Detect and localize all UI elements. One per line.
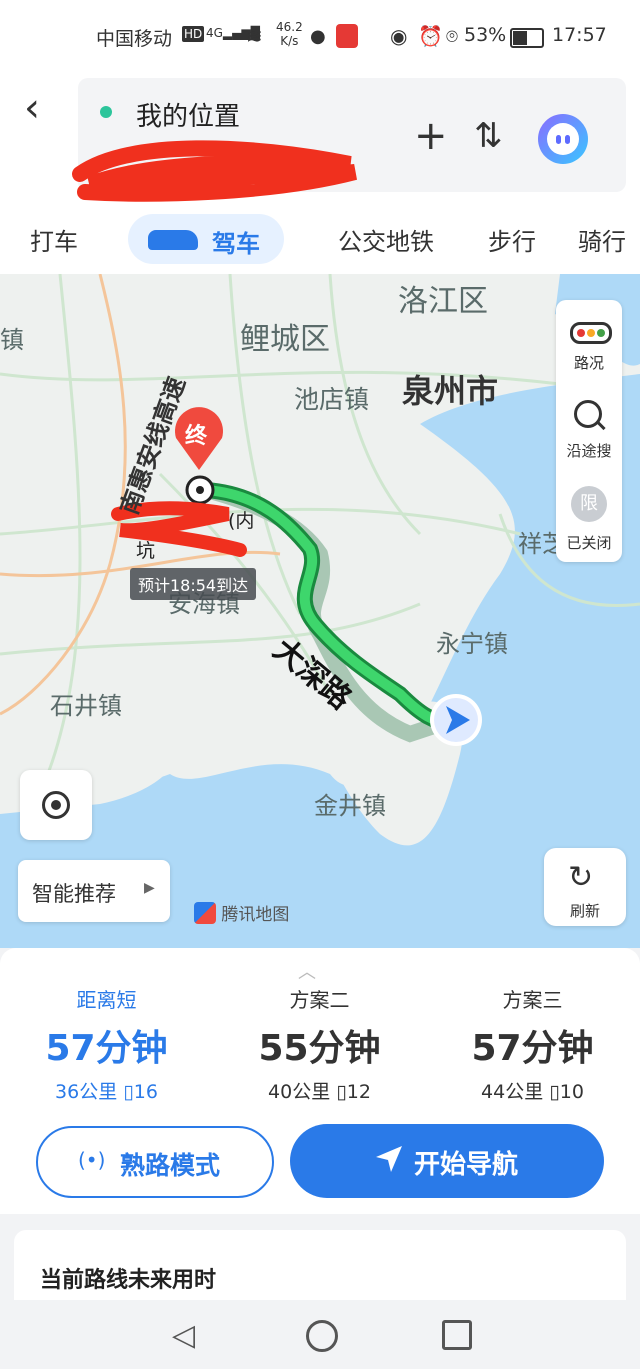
locate-icon-dot [51,800,61,810]
tab-walk[interactable]: 步行 [488,222,536,257]
tencent-map-logo-icon [194,901,216,924]
traffic-toggle[interactable]: 路况 [556,300,622,386]
tab-transit[interactable]: 公交地铁 [338,222,434,257]
along-search-label: 沿途搜 [566,442,612,460]
brand-watermark: 腾讯地图 [194,900,289,925]
plan-time: 57分钟 [45,1028,168,1069]
map-label-shijing: 石井镇 [50,692,122,720]
traffic-light-icon: ▯ [336,1081,347,1103]
tab-bike[interactable]: 骑行 [578,222,626,257]
wifi-icon: ≋ [246,24,263,48]
search-icon-handle [596,420,606,431]
plan-meta: 44公里 ▯10 [481,1081,584,1103]
refresh-label: 刷新 [569,902,600,920]
map-label-yongning: 永宁镇 [436,630,508,658]
start-navigation-label: 开始导航 [414,1150,519,1180]
smart-recommend-button[interactable]: 智能推荐 ▶ [18,860,170,922]
triangle-right-icon: ▶ [144,880,155,896]
tab-drive-label: 驾车 [212,230,260,258]
plan-meta: 36公里 ▯16 [55,1081,158,1103]
mic-icon [336,24,358,48]
home-nav-icon[interactable] [306,1320,338,1352]
recents-nav-icon[interactable] [442,1320,472,1350]
clock: 17:57 [552,24,607,46]
battery-percent: 53% [464,24,507,46]
location-icon: ⌾ [446,24,458,48]
map-label-zhen: 镇 [0,326,24,354]
origin-dot-icon [100,106,112,118]
broadcast-icon: (•) [78,1148,106,1172]
restriction-toggle[interactable]: 限 已关闭 [556,476,622,562]
navigation-arrow-icon [376,1146,402,1172]
alarm-icon: ⏰ [418,24,443,48]
restriction-label: 已关闭 [566,534,612,552]
traffic-icon [570,322,612,344]
plan-option-3[interactable]: 方案三 57分钟 44公里 ▯10 [426,984,639,1104]
traffic-light-icon: ▯ [549,1081,560,1103]
refresh-button[interactable]: ↻ 刷新 [544,848,626,926]
destination-name: (内 [228,510,255,532]
status-bar: 中国移动 HD 4G▂▄▆█ ≋ 46.2 K/s ● ◉ ⏰ ⌾ 53% 17… [0,0,640,76]
eta-label: 预计18:54到达 [130,568,257,600]
tab-drive[interactable]: 驾车 [128,214,284,264]
refresh-icon: ↻ [568,860,594,895]
map-tools-panel: 路况 沿途搜 限 已关闭 [556,300,622,562]
network-speed: 46.2 K/s [276,20,303,48]
future-time-title: 当前路线未来用时 [40,1268,217,1293]
plan-option-2[interactable]: 方案二 55分钟 40公里 ▯12 [213,984,426,1104]
plan-name: 方案二 [289,988,350,1012]
destination-marker-icon[interactable]: 终 [185,418,207,450]
redacted-destination[interactable] [70,134,360,206]
add-waypoint-icon[interactable]: + [414,116,448,156]
hd-icon: HD [182,26,205,42]
plan-time: 55分钟 [258,1028,381,1069]
traffic-light-icon: ▯ [123,1081,134,1103]
plan-option-1[interactable]: 距离短 57分钟 36公里 ▯16 [0,984,213,1104]
carrier-label: 中国移动 [96,28,173,50]
system-nav-bar: ◁ [0,1300,640,1369]
plan-name: 方案三 [502,988,563,1012]
start-navigation-button[interactable]: 开始导航 [290,1124,604,1198]
map-label-quanzhou: 泉州市 [402,372,499,410]
plan-meta: 40公里 ▯12 [268,1081,371,1103]
familiar-mode-button[interactable]: (•) 熟路模式 [36,1126,274,1198]
along-search-button[interactable]: 沿途搜 [556,388,622,474]
plan-time: 57分钟 [471,1028,594,1069]
eye-icon: ◉ [390,24,408,48]
map-label-licheng: 鲤城区 [240,322,330,357]
destination-name-2: 坑 [136,540,156,562]
car-icon [148,230,198,250]
map-label-chidian: 池店镇 [294,385,370,414]
back-icon[interactable]: ‹ [24,88,40,128]
locate-button[interactable] [20,770,92,840]
sheet-handle-icon[interactable]: ︿ [298,958,316,984]
origin-field[interactable]: 我的位置 [136,96,240,133]
battery-icon [510,28,544,48]
tab-taxi[interactable]: 打车 [30,222,78,257]
traffic-label: 路况 [573,354,604,372]
wechat-icon: ● [310,26,326,47]
voice-assistant-icon[interactable] [538,114,588,164]
swap-route-icon[interactable]: ⇅ [474,116,503,156]
smart-recommend-label: 智能推荐 [32,882,116,906]
map-label-luojiang: 洛江区 [398,284,488,319]
plan-name: 距离短 [76,988,137,1012]
map-label-jinjing: 金井镇 [314,792,386,820]
familiar-mode-label: 熟路模式 [120,1151,221,1180]
back-nav-icon[interactable]: ◁ [172,1318,195,1353]
restriction-icon: 限 [571,486,607,522]
